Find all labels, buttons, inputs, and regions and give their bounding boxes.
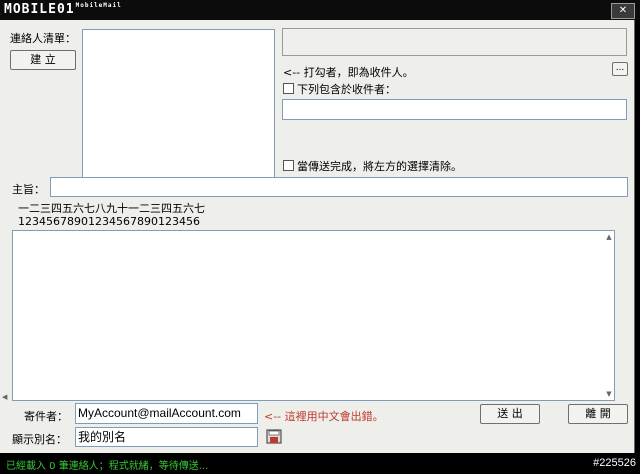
- image-code: #225526: [593, 457, 636, 469]
- send-button[interactable]: 送 出: [480, 404, 540, 424]
- title-bar: MOBILE01MobileMail ✕: [0, 0, 640, 20]
- subject-label: 主旨：: [12, 183, 45, 196]
- close-icon[interactable]: ✕: [611, 3, 635, 19]
- scroll-down-icon[interactable]: ▼: [604, 390, 614, 398]
- exit-button[interactable]: 離 開: [568, 404, 628, 424]
- main-window: 連絡人清單： 建 立 <-- 打勾者，即為收件人。 ... 下列包含於收件者： …: [0, 20, 635, 453]
- include-checkbox[interactable]: [283, 83, 294, 94]
- scroll-up-icon[interactable]: ▲: [604, 233, 614, 241]
- cc-input[interactable]: [282, 99, 627, 120]
- sender-label: 寄件者：: [24, 410, 68, 423]
- scroll-left-icon[interactable]: ◀: [2, 393, 7, 401]
- subject-input[interactable]: [50, 177, 628, 197]
- include-checkbox-label: 下列包含於收件者：: [297, 83, 396, 96]
- alias-input[interactable]: 我的別名: [75, 427, 258, 447]
- contact-list[interactable]: [82, 29, 275, 178]
- save-icon[interactable]: [266, 429, 282, 444]
- char-counter-line1: 一二三四五六七八九十一二三四五六七: [18, 202, 205, 215]
- recipient-display: [282, 28, 627, 56]
- sender-input[interactable]: MyAccount@mailAccount.com: [75, 403, 258, 424]
- alias-label: 顯示別名：: [12, 433, 67, 446]
- status-bar: 已經載入 0 筆連絡人；程式就緒，等待傳送... #225526: [0, 453, 640, 474]
- app-logo: MOBILE01MobileMail: [4, 2, 122, 17]
- create-button[interactable]: 建 立: [10, 50, 76, 70]
- status-text: 已經載入 0 筆連絡人；程式就緒，等待傳送...: [6, 461, 209, 472]
- recipient-hint: <-- 打勾者，即為收件人。: [283, 66, 414, 79]
- char-counter-line2: 12345678901234567890123456: [18, 215, 200, 228]
- contacts-label: 連絡人清單：: [10, 32, 76, 45]
- message-body[interactable]: ▲ ▼: [12, 230, 615, 401]
- browse-button[interactable]: ...: [612, 62, 628, 76]
- clear-checkbox-label: 當傳送完成，將左方的選擇清除。: [297, 160, 462, 173]
- clear-checkbox[interactable]: [283, 160, 294, 171]
- sender-warning: <-- 這裡用中文會出錯。: [264, 410, 384, 423]
